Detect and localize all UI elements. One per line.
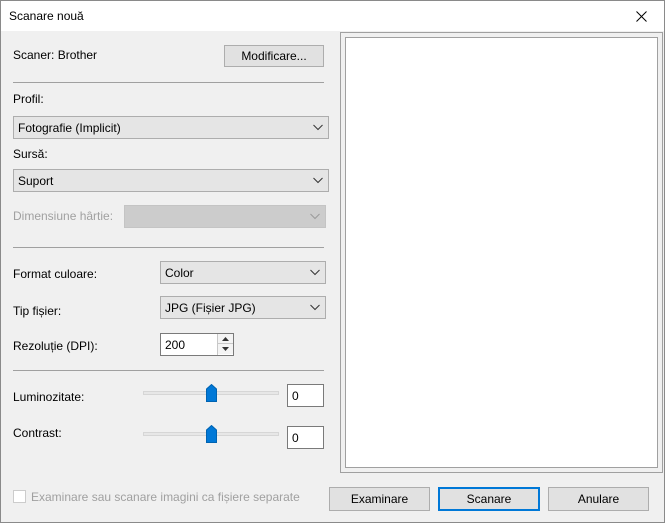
source-label: Sursă:	[13, 147, 48, 161]
resolution-label: Rezoluție (DPI):	[13, 339, 98, 353]
scan-button[interactable]: Scanare	[438, 487, 540, 511]
color-format-select[interactable]: Color	[160, 261, 326, 284]
chevron-down-icon	[313, 177, 323, 184]
preview-button[interactable]: Examinare	[329, 487, 430, 511]
brightness-input[interactable]: 0	[287, 384, 324, 407]
spin-up-button[interactable]	[218, 334, 233, 344]
contrast-value: 0	[292, 431, 299, 445]
profile-value: Fotografie (Implicit)	[18, 121, 121, 135]
paper-size-select	[124, 205, 326, 228]
chevron-down-icon	[310, 213, 320, 220]
color-format-value: Color	[165, 266, 194, 280]
separator	[13, 370, 324, 371]
preview-frame	[340, 32, 663, 473]
slider-thumb-icon[interactable]	[205, 384, 217, 402]
resolution-spinner	[217, 334, 233, 355]
window-title: Scanare nouă	[9, 9, 84, 23]
file-type-select[interactable]: JPG (Fișier JPG)	[160, 296, 326, 319]
profile-select[interactable]: Fotografie (Implicit)	[13, 116, 329, 139]
slider-thumb-icon[interactable]	[205, 425, 217, 443]
spin-down-button[interactable]	[218, 344, 233, 354]
title-bar: Scanare nouă	[1, 1, 664, 31]
separator	[13, 82, 324, 83]
file-type-label: Tip fișier:	[13, 304, 62, 318]
close-icon	[635, 10, 647, 22]
chevron-down-icon	[310, 304, 320, 311]
chevron-down-icon	[310, 269, 320, 276]
resolution-value: 200	[165, 338, 186, 352]
cancel-button[interactable]: Anulare	[548, 487, 649, 511]
brightness-label: Luminozitate:	[13, 390, 85, 404]
separate-files-label: Examinare sau scanare imagini ca fișiere…	[31, 490, 300, 504]
scanner-label: Scaner: Brother	[13, 48, 98, 62]
spin-down-icon	[222, 347, 229, 351]
separator	[13, 247, 324, 248]
chevron-down-icon	[313, 124, 323, 131]
color-format-label: Format culoare:	[13, 267, 98, 281]
profile-label: Profil:	[13, 92, 44, 106]
preview-area[interactable]	[345, 37, 658, 468]
scan-dialog: Scanare nouă Scaner: Brother Modificare.…	[0, 0, 665, 523]
brightness-value: 0	[292, 389, 299, 403]
file-type-value: JPG (Fișier JPG)	[165, 301, 256, 315]
contrast-input[interactable]: 0	[287, 426, 324, 449]
resolution-input[interactable]: 200	[160, 333, 234, 356]
separate-files-checkbox[interactable]	[13, 490, 26, 503]
close-button[interactable]	[618, 1, 664, 31]
contrast-label: Contrast:	[13, 426, 62, 440]
spin-up-icon	[222, 336, 229, 341]
source-select[interactable]: Suport	[13, 169, 329, 192]
source-value: Suport	[18, 174, 54, 188]
paper-size-label: Dimensiune hârtie:	[13, 209, 114, 223]
change-scanner-button[interactable]: Modificare...	[224, 45, 324, 67]
